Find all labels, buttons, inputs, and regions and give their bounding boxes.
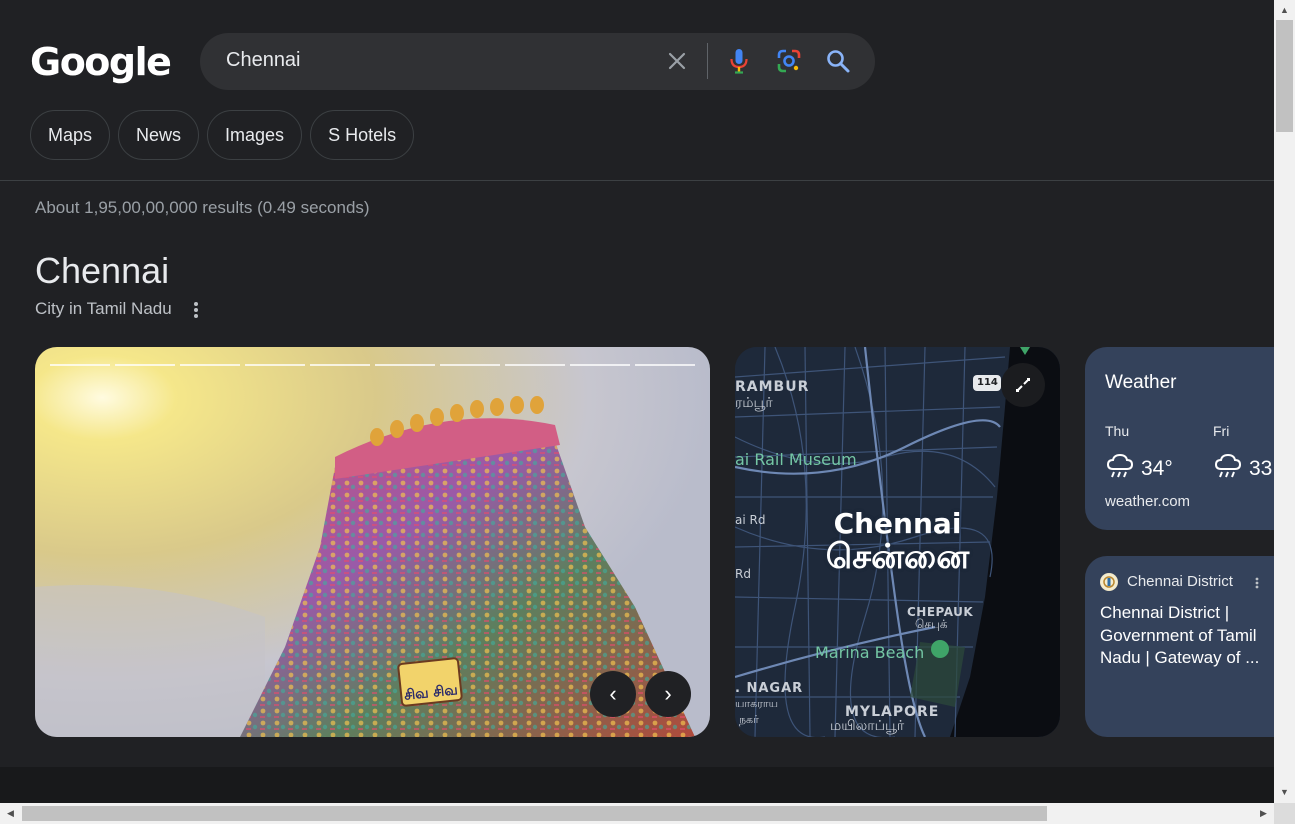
map-label-mylapore-ta: மயிலாப்பூர் <box>830 718 905 734</box>
map-label-city-ta: சென்னை <box>825 537 970 577</box>
map-label-perambur: RAMBUR <box>735 379 810 395</box>
search-divider <box>707 43 708 79</box>
search-input[interactable]: Chennai <box>226 49 301 72</box>
site-title-link[interactable]: Chennai District | Government of Tamil N… <box>1100 602 1280 670</box>
chip-images[interactable]: Images <box>207 110 303 160</box>
map-label-marina-beach: Marina Beach <box>815 643 925 662</box>
map-preview[interactable]: RAMBUR ரம்பூர் ai Rail Museum ai Rd Rd C… <box>735 347 1060 737</box>
result-stats: About 1,95,00,00,000 results (0.49 secon… <box>35 198 370 217</box>
map-label-nagar-ta: யாகராய <box>735 697 779 710</box>
chennai-district-card[interactable]: Chennai District Chennai District | Gove… <box>1085 556 1295 737</box>
clear-icon[interactable] <box>662 46 692 76</box>
scroll-up-arrow-icon[interactable]: ▲ <box>1274 2 1295 19</box>
google-lens-icon[interactable] <box>774 46 804 76</box>
weather-day-thu: Thu <box>1105 423 1130 439</box>
map-label-nagar-ta-2: நகர் <box>739 713 759 726</box>
search-results-page: Google Chennai Maps News Images S Hotels… <box>0 0 1295 824</box>
weather-title: Weather <box>1105 372 1177 393</box>
weather-temp-thu: 34° <box>1141 457 1173 480</box>
vertical-scrollbar[interactable]: ▲ ▼ <box>1274 0 1295 803</box>
chip-news[interactable]: News <box>118 110 200 160</box>
map-label-city: Chennai <box>833 507 962 540</box>
more-options-icon[interactable] <box>186 298 206 322</box>
search-box[interactable]: Chennai <box>200 33 875 90</box>
expand-icon[interactable] <box>1001 363 1045 407</box>
carousel-prev-button[interactable]: ‹ <box>590 671 636 717</box>
highway-shield: 114 <box>977 377 998 388</box>
weather-day-fri: Fri <box>1213 423 1230 439</box>
image-carousel[interactable]: சிவ சிவ ‹ › <box>35 347 710 737</box>
scroll-down-arrow-icon[interactable]: ▼ <box>1274 784 1295 801</box>
weather-source[interactable]: weather.com <box>1105 493 1190 510</box>
scrollbar-corner <box>1274 803 1295 824</box>
map-label-nagar: . NAGAR <box>735 681 804 696</box>
rain-cloud-icon <box>1105 451 1135 481</box>
filter-chips: Maps News Images S Hotels <box>30 110 415 160</box>
horizontal-scroll-thumb[interactable] <box>22 806 1047 821</box>
knowledge-panel-title: Chennai <box>35 250 170 291</box>
carousel-next-button[interactable]: › <box>645 671 691 717</box>
site-favicon <box>1100 573 1118 591</box>
chip-maps[interactable]: Maps <box>30 110 111 160</box>
knowledge-panel-subtitle: City in Tamil Nadu <box>35 299 172 318</box>
vertical-scroll-thumb[interactable] <box>1276 20 1293 132</box>
more-options-icon[interactable] <box>1251 574 1263 592</box>
content-footer-band <box>0 767 1274 803</box>
weather-card[interactable]: Weather Thu Fri 34° 33 weather.com <box>1085 347 1295 530</box>
map-label-rail-museum: ai Rail Museum <box>735 450 857 469</box>
microphone-icon[interactable] <box>724 46 754 76</box>
map-label-chepauk-ta: செபுக் <box>915 617 948 631</box>
site-name: Chennai District <box>1127 573 1233 590</box>
scroll-right-arrow-icon[interactable]: ▶ <box>1255 803 1272 824</box>
scroll-left-arrow-icon[interactable]: ◀ <box>2 803 19 824</box>
header-divider <box>0 180 1274 181</box>
search-icon[interactable] <box>823 46 853 76</box>
carousel-progress <box>50 364 695 366</box>
rain-cloud-icon <box>1213 451 1243 481</box>
map-label-perambur-ta: ரம்பூர் <box>735 395 773 411</box>
google-logo[interactable]: Google <box>30 40 172 84</box>
weather-temp-fri: 33 <box>1249 457 1273 480</box>
horizontal-scrollbar[interactable]: ◀ ▶ <box>0 803 1274 824</box>
chip-hotels[interactable]: S Hotels <box>310 110 415 160</box>
